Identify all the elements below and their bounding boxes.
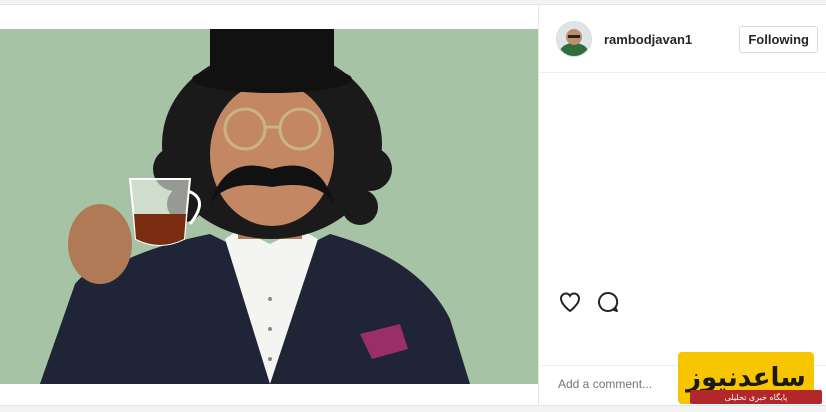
username[interactable]: rambodjavan1 [604, 32, 739, 47]
instagram-post: rambodjavan1 Following ساعدنیوز پایگاه خ… [0, 0, 826, 412]
comment-input[interactable] [558, 375, 678, 393]
top-divider [0, 0, 826, 5]
site-watermark: ساعدنیوز پایگاه خبری تحلیلی [678, 352, 822, 406]
avatar[interactable] [556, 21, 592, 57]
action-bar [558, 290, 620, 314]
panel-divider [538, 4, 539, 406]
watermark-logo-text: ساعدنیوز [686, 363, 806, 393]
heart-icon[interactable] [558, 290, 582, 314]
comment-icon[interactable] [596, 290, 620, 314]
following-button[interactable]: Following [739, 25, 818, 53]
header-divider [539, 72, 826, 73]
post-header: rambodjavan1 Following [556, 16, 822, 62]
watermark-tagline: پایگاه خبری تحلیلی [690, 390, 822, 404]
post-image[interactable] [0, 29, 538, 384]
